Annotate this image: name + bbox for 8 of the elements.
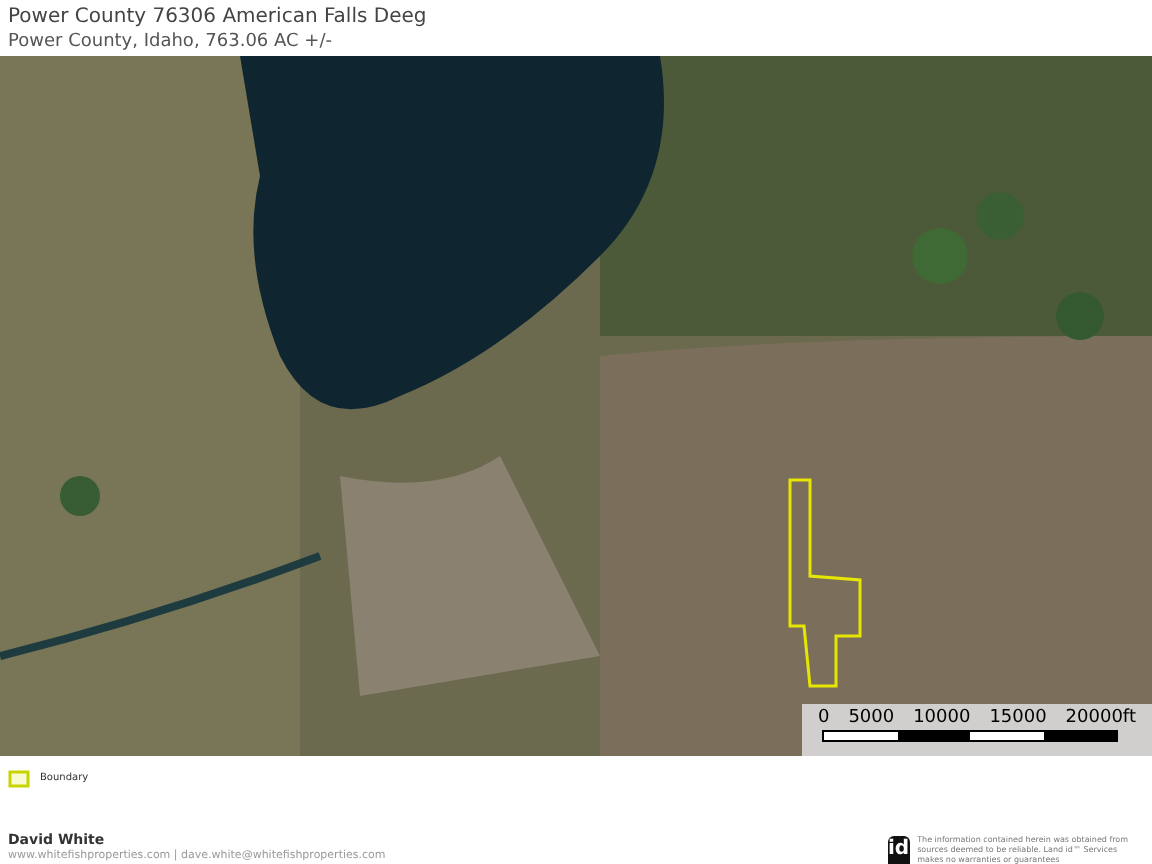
scale-label: 15000 bbox=[989, 708, 1047, 730]
map-subtitle: Power County, Idaho, 763.06 AC +/- bbox=[8, 30, 334, 56]
scale-label: 5000 bbox=[848, 708, 895, 730]
scale-label: 20000ft bbox=[1065, 708, 1136, 730]
map-title: Power County 76306 American Falls Deeg bbox=[8, 6, 429, 30]
scale-label: 10000 bbox=[913, 708, 971, 730]
logo-icon: id bbox=[888, 836, 910, 864]
scale-label: 0 bbox=[818, 708, 830, 730]
